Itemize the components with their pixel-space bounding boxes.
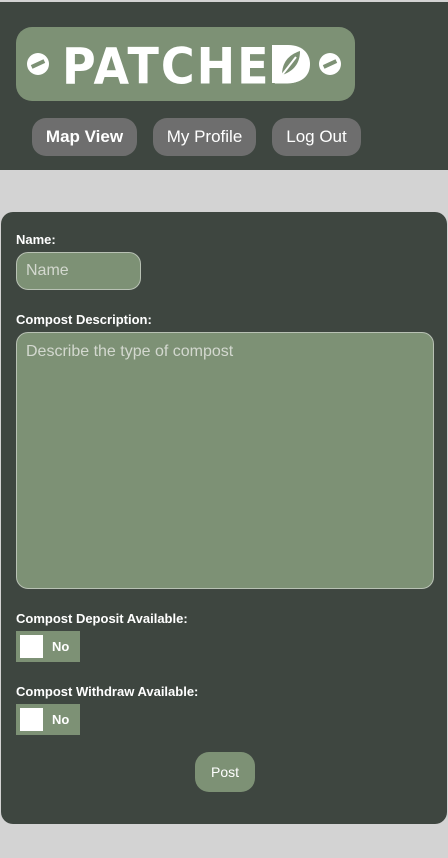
withdraw-label: Compost Withdraw Available: xyxy=(16,684,199,699)
deposit-toggle-value: No xyxy=(52,639,70,654)
my-profile-button[interactable]: My Profile xyxy=(153,118,256,156)
toggle-knob xyxy=(20,635,43,658)
post-button[interactable]: Post xyxy=(195,752,255,792)
deposit-toggle[interactable]: No xyxy=(16,631,80,662)
withdraw-toggle-value: No xyxy=(52,712,70,727)
withdraw-toggle[interactable]: No xyxy=(16,704,80,735)
leaf-icon xyxy=(272,45,310,83)
description-label: Compost Description: xyxy=(16,312,152,327)
screw-icon xyxy=(27,53,49,75)
description-textarea[interactable] xyxy=(16,332,434,589)
name-input[interactable] xyxy=(16,252,141,290)
compost-form: Name: Compost Description: Compost Depos… xyxy=(1,212,447,824)
header: PATCHED Map View My Profile Log Out xyxy=(0,2,448,170)
patched-logo[interactable]: PATCHED xyxy=(16,27,355,101)
name-label: Name: xyxy=(16,232,56,247)
log-out-button[interactable]: Log Out xyxy=(272,118,361,156)
deposit-label: Compost Deposit Available: xyxy=(16,611,188,626)
screw-icon xyxy=(319,53,341,75)
toggle-knob xyxy=(20,708,43,731)
map-view-button[interactable]: Map View xyxy=(32,118,137,156)
